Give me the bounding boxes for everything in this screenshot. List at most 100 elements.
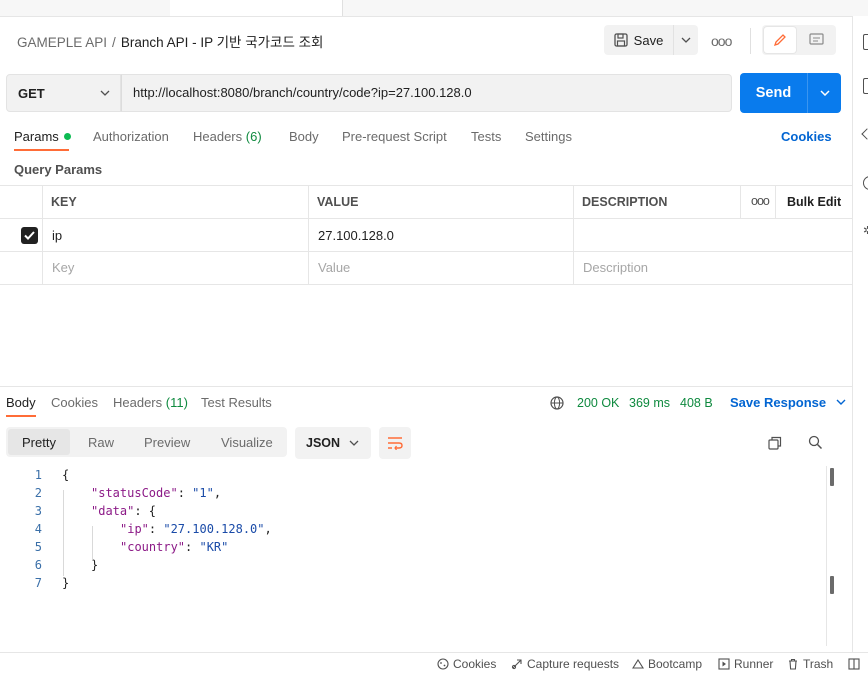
code-line: "statusCode": "1", [91,486,222,500]
code-line: "ip": "27.100.128.0", [120,522,272,536]
save-button[interactable]: Save [604,25,673,55]
view-preview-button[interactable]: Preview [144,435,190,450]
tab-settings[interactable]: Settings [525,129,572,144]
copy-icon[interactable] [768,436,782,450]
column-options-button[interactable]: ooo [751,194,770,208]
line-number: 2 [34,486,42,500]
line-number: 5 [34,540,42,554]
cookies-link[interactable]: Cookies [781,129,832,144]
params-active-dot [63,133,71,140]
save-dropdown-button[interactable] [673,25,698,55]
save-label: Save [633,32,664,48]
view-visualize-button[interactable]: Visualize [221,435,273,450]
new-description-input[interactable]: Description [583,260,648,275]
table-border [0,218,852,219]
tab-strip [0,0,868,17]
tab-untitled-request[interactable] [0,0,171,16]
response-tab-cookies[interactable]: Cookies [51,395,98,410]
save-response-label: Save Response [730,395,827,410]
param-value-cell[interactable]: 27.100.128.0 [318,228,394,243]
related-icon[interactable]: ✲ [863,224,868,237]
status-cookies-button[interactable]: Cookies [437,657,496,671]
capture-requests-button[interactable]: Capture requests [511,657,619,671]
active-tab-indicator [14,149,69,151]
edit-mode-button[interactable] [764,27,796,53]
tab-params[interactable]: Params [14,129,71,144]
new-key-input[interactable]: Key [52,260,74,275]
runner-button[interactable]: Runner [718,657,773,671]
request-name[interactable]: Branch API - IP 기반 국가코드 조회 [121,35,324,50]
indent-guide [63,490,64,576]
chevron-down-icon [681,37,691,43]
table-border [0,185,852,186]
param-checkbox[interactable] [21,227,38,244]
tab-prerequest-script[interactable]: Pre-request Script [342,129,447,144]
response-size[interactable]: 408 B [680,396,713,410]
code-icon[interactable] [861,128,868,140]
editor-scrollbar[interactable] [826,466,827,646]
column-header-key: KEY [51,195,77,209]
info-icon[interactable] [863,176,868,190]
tab-headers-label: Headers [193,129,243,144]
table-divider [308,185,309,284]
save-icon [614,33,628,47]
divider [750,28,751,54]
search-icon[interactable] [808,435,823,450]
capture-requests-label: Capture requests [527,657,620,671]
tab-authorization[interactable]: Authorization [93,129,169,144]
headers-count: (6) [245,129,262,144]
query-params-title: Query Params [14,162,103,177]
code-line: "data": { [91,504,157,518]
chevron-down-icon [836,399,846,405]
tab-headers[interactable]: Headers (6) [193,129,262,144]
view-raw-button[interactable]: Raw [88,435,114,450]
more-actions-button[interactable]: ooo [711,33,732,49]
line-number: 1 [34,468,42,482]
new-value-input[interactable]: Value [318,260,350,275]
breadcrumb-collection[interactable]: GAMEPLE API [17,35,107,50]
response-tab-body[interactable]: Body [6,395,36,410]
save-response-button[interactable]: Save Response [730,395,846,410]
tab-params-label: Params [14,129,59,144]
param-key-cell[interactable]: ip [52,228,62,243]
indent-guide [92,526,93,560]
method-select[interactable]: GET [6,74,121,112]
breadcrumb-separator: / [112,35,116,50]
send-button[interactable]: Send [740,73,807,113]
bootcamp-button[interactable]: Bootcamp [632,657,702,671]
checkmark-icon [24,231,35,240]
documentation-mode-button[interactable] [800,27,832,53]
tab-branch-api[interactable] [170,0,343,16]
response-headers-count: (11) [165,395,188,410]
format-select[interactable]: JSON [295,427,371,459]
wrap-lines-button[interactable] [379,427,411,459]
line-number: 6 [34,558,42,572]
chevron-down-icon [100,90,110,96]
response-tab-headers-label: Headers [113,395,163,410]
bulk-edit-button[interactable]: Bulk Edit [787,195,841,209]
breadcrumb: GAMEPLE API / Branch API - IP 기반 국가코드 조회 [17,31,323,51]
two-pane-icon[interactable] [848,658,860,670]
tab-tests[interactable]: Tests [471,129,501,144]
response-tab-headers[interactable]: Headers (11) [113,395,188,410]
globe-icon[interactable] [550,396,564,410]
table-divider [42,185,43,284]
tab-body[interactable]: Body [289,129,319,144]
response-tab-test-results[interactable]: Test Results [201,395,272,410]
scrollbar-marker [830,468,834,486]
trash-button[interactable]: Trash [787,657,833,671]
table-divider [775,185,776,218]
pencil-icon [773,33,787,47]
send-dropdown-button[interactable] [807,73,841,113]
comments-icon[interactable] [863,78,868,94]
url-input[interactable]: http://localhost:8080/branch/country/cod… [121,74,732,112]
trash-icon [787,658,799,670]
response-time[interactable]: 369 ms [629,396,670,410]
status-code[interactable]: 200 OK [577,396,619,410]
wrap-icon [387,436,403,450]
trash-label: Trash [803,657,834,671]
chevron-down-icon [349,440,359,446]
right-sidebar: ✲ [852,16,868,652]
view-pretty-button[interactable]: Pretty [8,429,70,455]
documentation-icon[interactable] [863,34,868,50]
